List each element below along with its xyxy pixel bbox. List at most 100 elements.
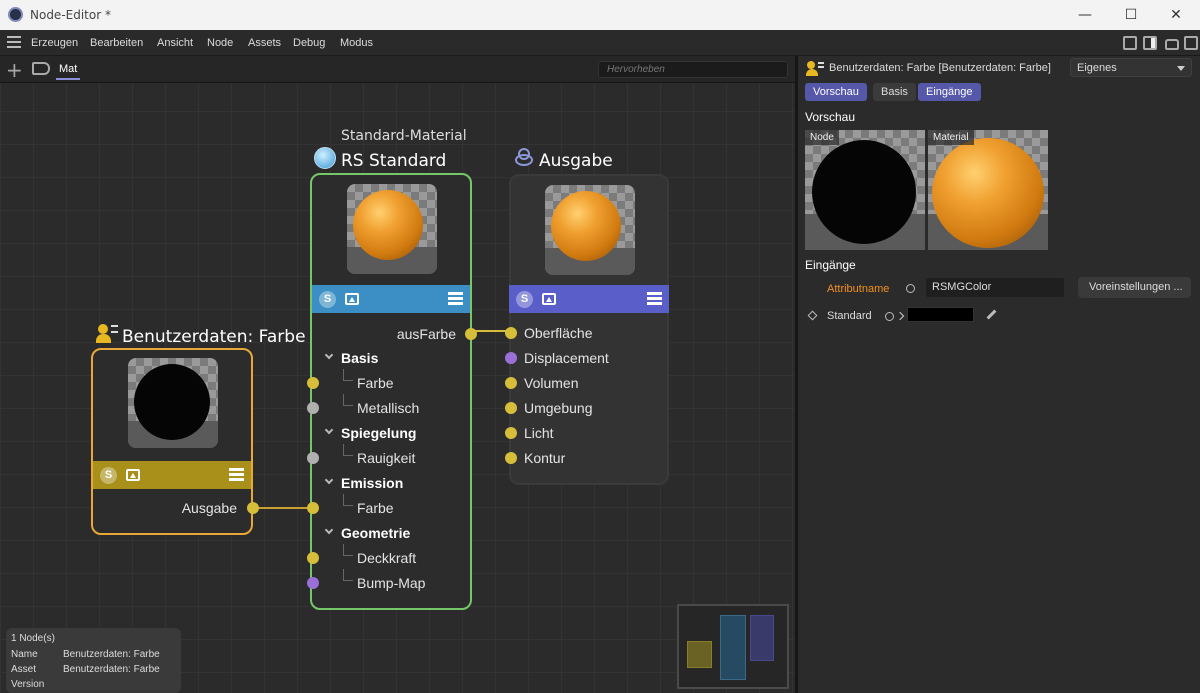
tab-bar: + Mat Hervorheben (0, 56, 797, 83)
standard-output-dot[interactable] (465, 328, 477, 340)
node-canvas[interactable]: Benutzerdaten: Farbe S Ausgabe Standard-… (0, 83, 795, 693)
highlight-search-input[interactable]: Hervorheben (598, 61, 788, 78)
material-preview: Material (928, 130, 1048, 250)
keyframe-icon[interactable] (885, 312, 894, 321)
menu-bar: Erzeugen Bearbeiten Ansicht Node Assets … (0, 30, 797, 56)
standard-node[interactable]: S ausFarbe Basis Farbe Metallisch Spiege… (307, 173, 477, 610)
port-dot[interactable] (307, 402, 319, 414)
port-emission-farbe: Farbe (357, 500, 394, 516)
menu-bearbeiten[interactable]: Bearbeiten (90, 37, 143, 49)
attribute-panel: Benutzerdaten: Farbe [Benutzerdaten: Far… (798, 56, 1200, 693)
layout-toolbar (797, 30, 1200, 56)
menu-debug[interactable]: Debug (293, 37, 325, 49)
mode-dropdown[interactable]: Eigenes (1070, 58, 1192, 77)
port-dot[interactable] (505, 427, 517, 439)
menu-erzeugen[interactable]: Erzeugen (31, 37, 78, 49)
standard-toolbar: S (312, 285, 470, 313)
port-dot[interactable] (505, 327, 517, 339)
info-name-value: Benutzerdaten: Farbe (63, 649, 160, 660)
port-metallisch: Metallisch (357, 400, 420, 416)
inputs-title: Eingänge (805, 258, 856, 272)
info-asset-label: Asset (11, 664, 37, 675)
port-dot[interactable] (505, 377, 517, 389)
dropdown-arrow-icon (1177, 66, 1185, 71)
tab-mat[interactable]: Mat (56, 63, 81, 80)
layout-right-icon[interactable] (1143, 36, 1157, 50)
image-icon[interactable] (345, 293, 359, 305)
minimize-button[interactable]: — (1062, 3, 1108, 27)
menu-icon[interactable] (229, 468, 244, 481)
tree-line (343, 369, 353, 381)
menu-icon[interactable] (647, 292, 662, 305)
port-group-emission[interactable]: Emission (341, 475, 403, 491)
port-licht: Licht (524, 425, 554, 441)
chevron-down-icon[interactable] (324, 525, 334, 535)
menu-modus[interactable]: Modus (340, 37, 373, 49)
image-icon[interactable] (126, 469, 140, 481)
chevron-right-icon[interactable] (895, 311, 905, 321)
app-icon (8, 7, 23, 22)
info-count: 1 Node(s) (11, 633, 55, 644)
hamburger-icon[interactable] (7, 36, 21, 48)
tab-vorschau[interactable]: Vorschau (805, 83, 867, 101)
port-group-spiegelung[interactable]: Spiegelung (341, 425, 416, 441)
s-icon[interactable]: S (100, 466, 117, 484)
port-farbe: Farbe (357, 375, 394, 391)
presets-button-label: Voreinstellungen ... (1089, 281, 1183, 293)
standard-output-port: ausFarbe (396, 326, 456, 342)
standard-node-title: RS Standard (341, 151, 447, 171)
s-icon[interactable]: S (516, 290, 533, 308)
preview-title: Vorschau (805, 110, 856, 124)
port-dot[interactable] (307, 502, 319, 514)
tab-eingaenge[interactable]: Eingänge (918, 83, 981, 101)
close-button[interactable]: ✕ (1153, 3, 1199, 27)
port-dot[interactable] (307, 377, 319, 389)
port-volumen: Volumen (524, 375, 579, 391)
s-icon[interactable]: S (319, 290, 336, 308)
panel-header: Benutzerdaten: Farbe [Benutzerdaten: Far… (829, 62, 1051, 74)
keyframe-icon[interactable] (906, 284, 915, 293)
port-group-geometrie[interactable]: Geometrie (341, 525, 410, 541)
userdata-output-port: Ausgabe (181, 500, 237, 516)
tree-line (343, 394, 353, 406)
add-icon[interactable]: + (6, 58, 23, 82)
minimap[interactable] (677, 604, 789, 689)
port-dot[interactable] (505, 452, 517, 464)
menu-assets[interactable]: Assets (248, 37, 281, 49)
lock-icon[interactable] (1165, 39, 1179, 50)
port-deckkraft: Deckkraft (357, 550, 417, 566)
presets-button[interactable]: Voreinstellungen ... (1078, 277, 1191, 298)
title-bar: Node-Editor * — ☐ ✕ (0, 0, 1200, 30)
userdata-node-title: Benutzerdaten: Farbe (122, 327, 306, 347)
tag-icon[interactable] (32, 62, 50, 75)
layout-left-icon[interactable] (1123, 36, 1137, 50)
port-dot[interactable] (505, 352, 517, 364)
port-dot[interactable] (307, 577, 319, 589)
userdata-toolbar: S (93, 461, 251, 489)
menu-ansicht[interactable]: Ansicht (157, 37, 193, 49)
eyedropper-icon[interactable] (986, 309, 997, 320)
port-dot[interactable] (307, 552, 319, 564)
chevron-down-icon[interactable] (324, 350, 334, 360)
port-group-basis[interactable]: Basis (341, 350, 378, 366)
output-node[interactable]: S Oberfläche Displacement Volumen Umgebu… (505, 174, 669, 485)
external-icon[interactable] (1184, 36, 1198, 50)
tab-basis[interactable]: Basis (873, 83, 916, 101)
image-icon[interactable] (542, 293, 556, 305)
window-title: Node-Editor * (30, 8, 111, 22)
chevron-down-icon[interactable] (324, 425, 334, 435)
attr-name-field[interactable]: RSMGColor (926, 278, 1064, 297)
output-toolbar: S (509, 285, 669, 313)
diamond-icon[interactable] (807, 310, 818, 321)
color-swatch[interactable] (907, 307, 974, 322)
maximize-button[interactable]: ☐ (1108, 3, 1154, 27)
port-dot[interactable] (307, 452, 319, 464)
userdata-output-dot[interactable] (247, 502, 259, 514)
userdata-node[interactable]: S Ausgabe (91, 348, 259, 535)
port-dot[interactable] (505, 402, 517, 414)
menu-node[interactable]: Node (207, 37, 233, 49)
chevron-down-icon[interactable] (324, 475, 334, 485)
menu-icon[interactable] (448, 292, 463, 305)
output-thumbnail (545, 185, 635, 275)
preview-material-label: Material (928, 130, 974, 145)
